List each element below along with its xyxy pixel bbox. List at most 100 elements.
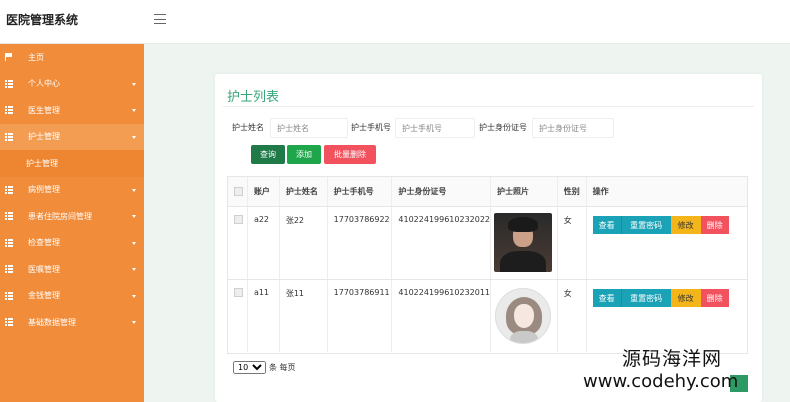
caret-down-icon xyxy=(132,215,136,219)
nurse-idcard-input[interactable] xyxy=(532,118,614,138)
per-page-text: 条 每页 xyxy=(269,363,296,372)
idcard-cell: 410224199610232022 xyxy=(392,207,492,279)
column-header: 护士姓名 xyxy=(280,176,328,207)
pagination: 10 条 每页 xyxy=(233,361,296,374)
edit-button[interactable]: 修改 xyxy=(670,289,701,307)
sidebar-item-label: 基础数据管理 xyxy=(28,317,76,327)
nurse-name-input[interactable] xyxy=(270,118,348,138)
sidebar-item-label: 个人中心 xyxy=(28,79,60,89)
column-header: 护士照片 xyxy=(491,176,558,207)
sidebar-item-exams[interactable]: 检查管理 xyxy=(0,230,144,257)
caret-down-icon xyxy=(132,241,136,245)
sidebar-item-cases[interactable]: 病例管理 xyxy=(0,177,144,204)
sidebar-item-home[interactable]: 主页 xyxy=(0,44,144,71)
sidebar-item-basedata[interactable]: 基础数据管理 xyxy=(0,309,144,336)
nurse-photo-image xyxy=(495,288,552,344)
sidebar-item-money[interactable]: 金钱管理 xyxy=(0,283,144,310)
watermark-url: www.codehy.com xyxy=(583,371,739,392)
view-button[interactable]: 查看 xyxy=(592,216,621,234)
sex-cell: 女 xyxy=(558,207,587,279)
flag-icon xyxy=(5,53,12,62)
view-button[interactable]: 查看 xyxy=(592,289,621,307)
title-divider xyxy=(223,106,754,107)
caret-down-icon xyxy=(132,321,136,325)
sidebar-item-label: 主页 xyxy=(28,52,44,62)
sidebar-item-rooms[interactable]: 患者住院房间管理 xyxy=(0,203,144,230)
sidebar-item-label: 病例管理 xyxy=(28,185,60,195)
phone-cell: 17703786911 xyxy=(328,280,393,352)
photo-cell xyxy=(491,207,558,279)
actions-cell: 查看 重置密码 修改 删除 xyxy=(587,280,747,352)
sidebar-item-label: 患者住院房间管理 xyxy=(28,211,92,221)
account-cell: a22 xyxy=(248,207,280,279)
actions-cell: 查看 重置密码 修改 删除 xyxy=(587,207,747,279)
menu-toggle-icon[interactable] xyxy=(154,14,166,24)
reset-password-button[interactable]: 重置密码 xyxy=(620,289,671,307)
nurse-photo-image xyxy=(494,213,553,272)
row-select-cell xyxy=(228,207,248,279)
column-header: 操作 xyxy=(592,187,609,196)
top-header: 医院管理系统 xyxy=(0,0,790,44)
delete-button[interactable]: 删除 xyxy=(700,289,729,307)
nurse-phone-label: 护士手机号 xyxy=(351,123,391,132)
photo-cell xyxy=(491,280,558,352)
app-brand: 医院管理系统 xyxy=(6,13,79,27)
row-checkbox[interactable] xyxy=(234,215,243,224)
sidebar-item-orders[interactable]: 医嘱管理 xyxy=(0,256,144,283)
add-button[interactable]: 添加 xyxy=(287,145,321,164)
sex-cell: 女 xyxy=(558,280,587,352)
sidebar-item-label: 护士管理 xyxy=(28,132,60,142)
edit-button[interactable]: 修改 xyxy=(670,216,701,234)
list-icon xyxy=(5,291,13,300)
column-header: 性别 xyxy=(558,176,587,207)
name-cell: 张22 xyxy=(280,207,328,279)
table-row: a11 张11 17703786911 410224199610232011 女… xyxy=(228,280,747,353)
column-header: 护士手机号 xyxy=(328,176,393,207)
list-icon xyxy=(5,79,13,88)
delete-button[interactable]: 删除 xyxy=(700,216,729,234)
table-header-row: 账户 护士姓名 护士手机号 护士身份证号 护士照片 性别 操作 xyxy=(228,176,747,207)
nurse-phone-input[interactable] xyxy=(395,118,475,138)
caret-down-icon xyxy=(132,109,136,113)
query-button[interactable]: 查询 xyxy=(251,145,285,164)
name-cell: 张11 xyxy=(280,280,328,352)
sidebar-item-profile[interactable]: 个人中心 xyxy=(0,71,144,98)
phone-cell: 17703786922 xyxy=(328,207,393,279)
table-row: a22 张22 17703786922 410224199610232022 女… xyxy=(228,207,747,280)
sidebar-item-label: 医嘱管理 xyxy=(28,264,60,274)
column-header: 护士身份证号 xyxy=(392,176,492,207)
nurse-name-label: 护士姓名 xyxy=(232,123,264,132)
list-icon xyxy=(5,185,13,194)
page-size-select[interactable]: 10 xyxy=(233,361,266,374)
sidebar-item-nurses[interactable]: 护士管理 xyxy=(0,123,144,150)
caret-down-icon xyxy=(132,188,136,192)
list-icon xyxy=(5,212,13,221)
column-header: 账户 xyxy=(248,176,280,207)
sidebar-item-label: 金钱管理 xyxy=(28,291,60,301)
nurse-idcard-label: 护士身份证号 xyxy=(479,123,527,132)
list-icon xyxy=(5,265,13,274)
sidebar-item-label: 检查管理 xyxy=(28,238,60,248)
caret-down-icon xyxy=(132,294,136,298)
list-icon xyxy=(5,238,13,247)
watermark-title: 源码海洋网 xyxy=(622,348,723,370)
page-title: 护士列表 xyxy=(227,90,280,105)
reset-password-button[interactable]: 重置密码 xyxy=(620,216,671,234)
sidebar-item-label: 医生管理 xyxy=(28,105,60,115)
account-cell: a11 xyxy=(248,280,280,352)
select-all-cell xyxy=(228,176,248,207)
sidebar-subitem-nurses[interactable]: 护士管理 xyxy=(0,150,144,177)
list-icon xyxy=(5,318,13,327)
idcard-cell: 410224199610232011 xyxy=(392,280,492,352)
caret-down-icon xyxy=(132,268,136,272)
list-icon xyxy=(5,106,13,115)
caret-down-icon xyxy=(132,135,136,139)
sidebar-item-doctors[interactable]: 医生管理 xyxy=(0,97,144,124)
row-checkbox[interactable] xyxy=(234,288,243,297)
list-icon xyxy=(5,132,13,141)
bulk-delete-button[interactable]: 批量删除 xyxy=(324,145,376,164)
caret-down-icon xyxy=(132,82,136,86)
row-select-cell xyxy=(228,280,248,352)
select-all-checkbox[interactable] xyxy=(234,187,243,196)
nurse-table: 账户 护士姓名 护士手机号 护士身份证号 护士照片 性别 操作 a22 张22 … xyxy=(227,176,748,354)
